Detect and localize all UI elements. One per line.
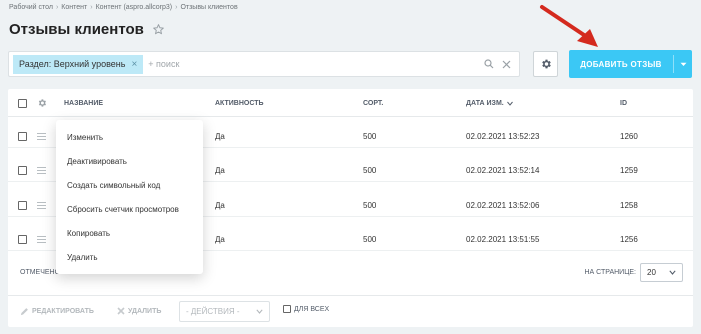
page-title: Отзывы клиентов bbox=[9, 21, 165, 38]
breadcrumb: Рабочий стол › Контент › Контент (aspro.… bbox=[9, 4, 238, 11]
column-header-sort[interactable]: СОРТ. bbox=[363, 89, 383, 117]
close-icon[interactable]: × bbox=[131, 59, 137, 70]
cell-active: Да bbox=[215, 234, 225, 244]
add-dropdown-toggle[interactable] bbox=[674, 62, 692, 67]
menu-item-reset-views[interactable]: Сбросить счетчик просмотров bbox=[56, 197, 203, 221]
page-title-text: Отзывы клиентов bbox=[9, 21, 144, 38]
cell-sort: 500 bbox=[363, 131, 377, 141]
cell-id: 1260 bbox=[620, 131, 638, 141]
select-all-checkbox[interactable] bbox=[18, 98, 27, 108]
delete-icon bbox=[117, 307, 125, 315]
row-menu-icon[interactable] bbox=[37, 201, 46, 209]
breadcrumb-separator: › bbox=[90, 4, 93, 11]
add-review-button-label: ДОБАВИТЬ ОТЗЫВ bbox=[580, 59, 662, 69]
cell-active: Да bbox=[215, 165, 225, 175]
actions-select-value: - ДЕЙСТВИЯ - bbox=[186, 307, 240, 316]
row-menu-icon[interactable] bbox=[37, 166, 46, 174]
table-header: НАЗВАНИЕ АКТИВНОСТЬ СОРТ. ДАТА ИЗМ. ID bbox=[8, 89, 693, 117]
pencil-icon bbox=[20, 307, 28, 315]
cell-date: 02.02.2021 13:52:14 bbox=[466, 165, 540, 175]
breadcrumb-item[interactable]: Рабочий стол bbox=[9, 4, 53, 11]
cell-active: Да bbox=[215, 131, 225, 141]
per-page-control: НА СТРАНИЦЕ: 20 bbox=[584, 263, 683, 282]
row-menu-icon[interactable] bbox=[37, 235, 46, 243]
breadcrumb-item[interactable]: Контент (aspro.allcorp3) bbox=[96, 4, 173, 11]
row-checkbox[interactable] bbox=[18, 131, 27, 141]
cell-active: Да bbox=[215, 200, 225, 210]
cell-sort: 500 bbox=[363, 234, 377, 244]
menu-item-copy[interactable]: Копировать bbox=[56, 221, 203, 245]
row-checkbox[interactable] bbox=[18, 165, 27, 175]
settings-button[interactable] bbox=[533, 51, 558, 77]
for-all-label: ДЛЯ ВСЕХ bbox=[294, 305, 330, 313]
cell-date: 02.02.2021 13:51:55 bbox=[466, 234, 540, 244]
star-icon[interactable] bbox=[152, 23, 165, 36]
menu-item-create-code[interactable]: Создать символьный код bbox=[56, 173, 203, 197]
breadcrumb-separator: › bbox=[55, 4, 59, 11]
for-all-checkbox[interactable] bbox=[283, 305, 291, 313]
actions-select[interactable]: - ДЕЙСТВИЯ - bbox=[179, 301, 270, 322]
row-menu-icon[interactable] bbox=[37, 132, 46, 140]
column-header-active[interactable]: АКТИВНОСТЬ bbox=[215, 89, 264, 117]
row-context-menu: Изменить Деактивировать Создать символьн… bbox=[56, 120, 203, 274]
per-page-value: 20 bbox=[647, 268, 656, 277]
filter-bar[interactable]: Раздел: Верхний уровень × + поиск bbox=[8, 51, 520, 77]
cell-date: 02.02.2021 13:52:06 bbox=[466, 200, 540, 210]
cell-id: 1256 bbox=[620, 234, 638, 244]
row-checkbox[interactable] bbox=[18, 200, 27, 210]
chevron-down-icon bbox=[256, 309, 263, 314]
for-all-control: ДЛЯ ВСЕХ bbox=[283, 305, 329, 313]
cell-id: 1258 bbox=[620, 200, 638, 210]
chevron-down-icon bbox=[680, 62, 686, 66]
gear-icon bbox=[541, 59, 551, 69]
delete-action[interactable]: УДАЛИТЬ bbox=[117, 304, 161, 318]
per-page-label: НА СТРАНИЦЕ: bbox=[584, 269, 636, 276]
clear-icon[interactable] bbox=[502, 60, 511, 69]
menu-item-delete[interactable]: Удалить bbox=[56, 245, 203, 269]
breadcrumb-item[interactable]: Отзывы клиентов bbox=[180, 4, 237, 11]
edit-action-label: РЕДАКТИРОВАТЬ bbox=[32, 307, 94, 315]
cell-id: 1259 bbox=[620, 165, 638, 175]
gear-icon[interactable] bbox=[37, 98, 47, 108]
sort-down-icon bbox=[506, 101, 513, 106]
filter-tag-label: Раздел: Верхний уровень bbox=[19, 59, 126, 69]
chevron-down-icon bbox=[669, 270, 676, 275]
per-page-select[interactable]: 20 bbox=[640, 263, 683, 282]
annotation-arrow-icon bbox=[540, 5, 598, 47]
menu-item-edit[interactable]: Изменить bbox=[56, 125, 203, 149]
breadcrumb-separator: › bbox=[175, 4, 178, 11]
action-bar: РЕДАКТИРОВАТЬ УДАЛИТЬ - ДЕЙСТВИЯ - ДЛЯ В… bbox=[8, 295, 693, 327]
column-header-name[interactable]: НАЗВАНИЕ bbox=[64, 89, 103, 117]
filter-tag[interactable]: Раздел: Верхний уровень × bbox=[13, 54, 144, 74]
cell-sort: 500 bbox=[363, 200, 377, 210]
search-icon[interactable] bbox=[484, 59, 494, 69]
menu-item-deactivate[interactable]: Деактивировать bbox=[56, 149, 203, 173]
column-header-id[interactable]: ID bbox=[620, 89, 627, 117]
row-checkbox[interactable] bbox=[18, 234, 27, 244]
cell-sort: 500 bbox=[363, 165, 377, 175]
column-header-date[interactable]: ДАТА ИЗМ. bbox=[466, 89, 513, 117]
column-header-date-label: ДАТА ИЗМ. bbox=[466, 99, 504, 107]
add-review-button[interactable]: ДОБАВИТЬ ОТЗЫВ bbox=[569, 50, 692, 78]
edit-action[interactable]: РЕДАКТИРОВАТЬ bbox=[20, 304, 94, 318]
search-input[interactable]: + поиск bbox=[148, 59, 484, 69]
cell-date: 02.02.2021 13:52:23 bbox=[466, 131, 540, 141]
delete-action-label: УДАЛИТЬ bbox=[128, 307, 162, 315]
breadcrumb-item[interactable]: Контент bbox=[61, 4, 87, 11]
